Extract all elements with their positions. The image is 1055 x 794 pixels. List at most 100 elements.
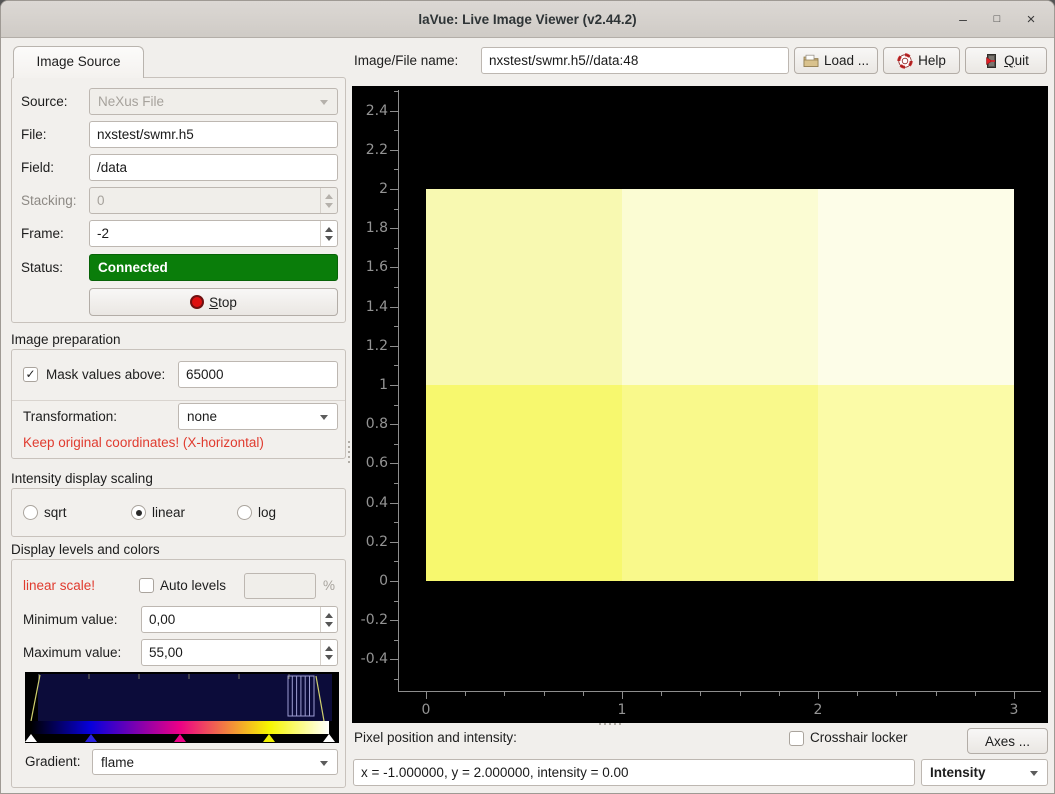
gradient-marker-icon[interactable] (174, 734, 186, 742)
crosshair-locker-label: Crosshair locker (810, 726, 908, 750)
minimize-icon[interactable]: – (952, 9, 974, 31)
display-levels-header: Display levels and colors (11, 541, 160, 558)
mask-checkbox[interactable]: ✓ (23, 367, 38, 382)
tick-mark (390, 620, 398, 621)
stop-button-label: Stop (209, 295, 237, 310)
gradient-marker-icon[interactable] (25, 734, 37, 742)
auto-levels-checkbox[interactable] (139, 578, 154, 593)
frame-spin-arrows[interactable] (320, 221, 337, 246)
tick-mark (390, 267, 398, 268)
tick-mark (390, 307, 398, 308)
axes-button[interactable]: Axes ... (967, 728, 1048, 754)
source-select[interactable]: NeXus File (89, 88, 338, 115)
tick-mark (394, 248, 398, 249)
tick-label: 2 (798, 702, 838, 718)
auto-percent-input (245, 574, 315, 598)
tick-mark (700, 692, 701, 696)
file-input[interactable] (90, 122, 337, 147)
stacking-input (90, 188, 319, 213)
y-axis-line (398, 90, 399, 692)
radio-linear-label: linear (152, 499, 185, 526)
source-label: Source: (21, 88, 68, 115)
tick-mark (390, 424, 398, 425)
tab-image-source[interactable]: Image Source (13, 46, 144, 78)
image-file-input[interactable] (482, 48, 788, 73)
tick-mark (779, 692, 780, 696)
radio-log[interactable] (237, 505, 252, 520)
load-button[interactable]: Load ... (794, 47, 878, 74)
minimum-value-input[interactable] (142, 607, 319, 632)
max-spin-arrows[interactable] (320, 640, 337, 665)
stacking-spin-arrows[interactable] (320, 188, 337, 213)
stacking-spinbox[interactable] (89, 187, 338, 214)
radio-sqrt[interactable] (23, 505, 38, 520)
radio-linear[interactable] (131, 505, 146, 520)
field-field-wrap (89, 154, 338, 181)
tick-mark (394, 169, 398, 170)
mask-label: Mask values above: (46, 361, 165, 388)
tick-label: 1.2 (352, 338, 388, 354)
intensity-scaling-header: Intensity display scaling (11, 470, 153, 487)
tick-mark (394, 679, 398, 680)
transformation-select[interactable]: none (178, 403, 338, 430)
source-value: NeXus File (98, 94, 164, 109)
tick-label: 3 (994, 702, 1034, 718)
tick-label: 0.2 (352, 534, 388, 550)
plot-area[interactable]: 2.42.221.81.61.41.210.80.60.40.20-0.2-0.… (352, 86, 1048, 723)
gradient-marker-icon[interactable] (263, 734, 275, 742)
minimum-value-spinbox[interactable] (141, 606, 338, 633)
frame-input[interactable] (90, 221, 319, 246)
tick-mark (390, 346, 398, 347)
stop-button[interactable]: Stop (89, 288, 338, 316)
min-spin-arrows[interactable] (320, 607, 337, 632)
chevron-down-icon (320, 100, 328, 105)
tick-mark (896, 692, 897, 696)
tick-mark (544, 692, 545, 696)
channel-value: Intensity (930, 765, 986, 780)
spin-up-icon (325, 646, 333, 651)
field-input[interactable] (90, 155, 337, 180)
gradient-marker-icon[interactable] (85, 734, 97, 742)
coordinates-note: Keep original coordinates! (X-horizontal… (23, 435, 264, 450)
status-badge: Connected (89, 254, 338, 281)
chevron-down-icon (320, 415, 328, 420)
tick-mark (975, 692, 976, 696)
gradient-select[interactable]: flame (92, 749, 338, 775)
maximum-value-spinbox[interactable] (141, 639, 338, 666)
tick-mark (394, 561, 398, 562)
minimum-value-label: Minimum value: (23, 606, 118, 633)
chevron-down-icon (1030, 771, 1038, 776)
auto-percent-field-wrap (244, 573, 316, 599)
heatmap-cell (426, 189, 622, 385)
position-readout-input[interactable] (354, 760, 914, 785)
stacking-label: Stacking: (21, 187, 77, 214)
tick-label: 1 (602, 702, 642, 718)
mask-value-input[interactable] (179, 362, 337, 387)
help-button[interactable]: Help (883, 47, 960, 74)
gradient-marker-icon[interactable] (323, 734, 335, 742)
tick-mark (1014, 692, 1015, 699)
gradient-preview-bar (31, 721, 329, 734)
chevron-down-icon (320, 761, 328, 766)
horizontal-splitter-handle[interactable] (599, 723, 621, 727)
percent-label: % (323, 572, 335, 599)
tick-label: -0.2 (352, 612, 388, 628)
maximum-value-input[interactable] (142, 640, 319, 665)
vertical-splitter-handle[interactable] (347, 438, 351, 466)
tick-mark (394, 287, 398, 288)
tick-label: -0.4 (352, 651, 388, 667)
tick-mark (394, 326, 398, 327)
crosshair-locker-checkbox[interactable] (789, 731, 804, 746)
maximize-icon[interactable]: □ (986, 9, 1008, 31)
quit-button[interactable]: Quit (965, 47, 1047, 74)
spin-down-icon (325, 622, 333, 627)
tick-mark (936, 692, 937, 696)
close-icon[interactable]: × (1020, 9, 1042, 31)
titlebar: laVue: Live Image Viewer (v2.44.2) – □ × (1, 1, 1054, 38)
frame-spinbox[interactable] (89, 220, 338, 247)
tick-label: 0.8 (352, 416, 388, 432)
tick-label: 1.6 (352, 259, 388, 275)
tick-mark (394, 365, 398, 366)
channel-select[interactable]: Intensity (921, 759, 1048, 786)
intensity-histogram-widget[interactable] (25, 672, 339, 743)
